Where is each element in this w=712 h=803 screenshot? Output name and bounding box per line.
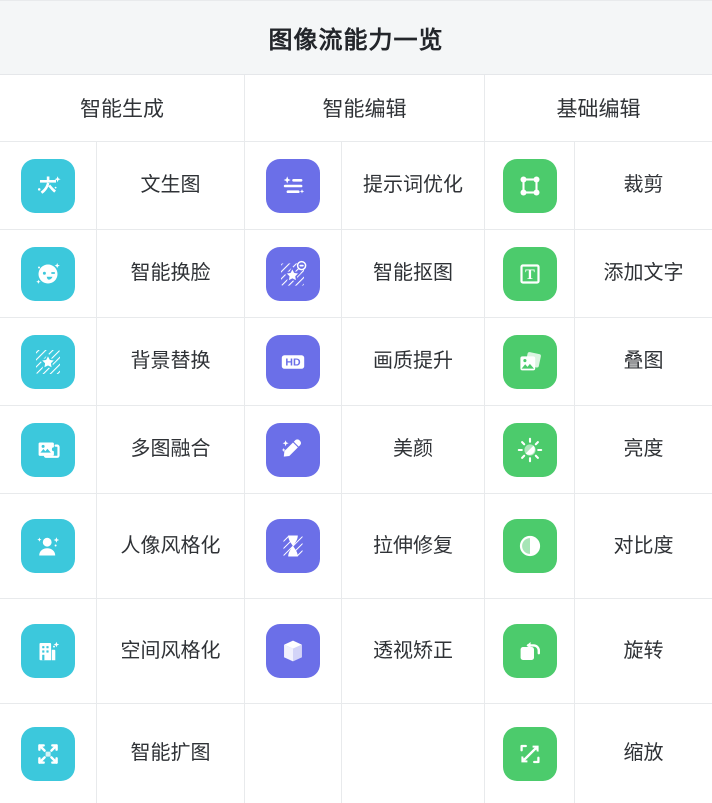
add-text-icon: T (502, 246, 557, 301)
portrait-style-icon (21, 519, 75, 573)
capability-label: 美颜 (393, 438, 433, 460)
svg-text:T: T (525, 267, 535, 283)
icon-cell (0, 406, 97, 493)
capability-row[interactable]: HD 画质提升 (245, 318, 484, 406)
stretch-repair-icon (266, 519, 320, 573)
icon-cell (245, 599, 342, 703)
prompt-optimize-icon (266, 158, 320, 213)
group-header-intelligent-editing: 智能编辑 (245, 75, 485, 141)
icon-cell (485, 142, 575, 229)
capability-label: 多图融合 (130, 438, 211, 460)
capability-row[interactable]: 对比度 (485, 494, 712, 599)
capability-row[interactable]: 智能换脸 (0, 230, 244, 318)
capability-grid: 文生图 智能换脸 背景替换 多图融合 人像风格化 空间风格化 智能扩图 提示词优… (0, 142, 712, 803)
icon-cell: HD (245, 318, 342, 405)
capability-label: 旋转 (623, 639, 664, 662)
icon-cell (485, 406, 575, 493)
icon-cell (485, 704, 575, 803)
page-title: 图像流能力一览 (268, 27, 444, 54)
icon-cell (485, 494, 575, 598)
capability-label: 添加文字 (603, 262, 684, 284)
icon-cell: T (485, 230, 575, 317)
capability-row[interactable]: 智能抠图 (245, 230, 484, 318)
icon-cell (0, 704, 97, 803)
capability-row[interactable]: T 添加文字 (485, 230, 712, 318)
icon-cell (0, 318, 97, 405)
capability-label-empty (342, 704, 484, 803)
icon-cell (245, 230, 342, 317)
crop-icon (502, 158, 557, 213)
column-intelligent-editing: 提示词优化 智能抠图 HD 画质提升 美颜 拉伸修复 透视矫正 (245, 142, 485, 803)
icon-cell-empty (245, 704, 342, 803)
scale-icon (502, 726, 557, 781)
capability-label: 拉伸修复 (373, 534, 453, 557)
icon-cell (245, 142, 342, 229)
capability-label: 裁剪 (623, 174, 664, 196)
group-header-intelligent-generation: 智能生成 (0, 75, 245, 141)
face-swap-icon (21, 246, 75, 301)
capability-row[interactable]: 拉伸修复 (245, 494, 484, 599)
brightness-icon (502, 422, 557, 477)
capability-row[interactable]: 人像风格化 (0, 494, 244, 599)
capability-row[interactable]: 透视矫正 (245, 599, 484, 704)
capability-label: 对比度 (613, 534, 674, 557)
table-title-bar: 图像流能力一览 (0, 1, 712, 75)
icon-cell (0, 142, 97, 229)
capability-label: 文生图 (140, 174, 201, 196)
icon-cell (245, 406, 342, 493)
capability-label: 画质提升 (373, 350, 453, 372)
capability-row[interactable]: 缩放 (485, 704, 712, 803)
capability-row[interactable]: 背景替换 (0, 318, 244, 406)
overlay-icon (502, 334, 557, 389)
icon-cell (245, 494, 342, 598)
cutout-icon (266, 246, 320, 301)
capability-table: 图像流能力一览 智能生成 智能编辑 基础编辑 文生图 智能换脸 背景替换 多图融… (0, 0, 712, 803)
capability-label: 智能抠图 (373, 262, 453, 284)
capability-row[interactable]: 裁剪 (485, 142, 712, 230)
capability-label: 亮度 (623, 438, 664, 460)
capability-row[interactable]: 空间风格化 (0, 599, 244, 704)
perspective-correct-icon (266, 624, 320, 678)
icon-cell (0, 599, 97, 703)
text-to-image-icon (21, 158, 75, 213)
column-intelligent-generation: 文生图 智能换脸 背景替换 多图融合 人像风格化 空间风格化 智能扩图 (0, 142, 245, 803)
icon-cell (0, 230, 97, 317)
capability-label: 智能扩图 (130, 742, 211, 764)
capability-label: 智能换脸 (130, 262, 211, 284)
svg-text:HD: HD (285, 356, 301, 368)
capability-row[interactable]: 亮度 (485, 406, 712, 494)
capability-row[interactable]: 文生图 (0, 142, 244, 230)
capability-label: 透视矫正 (373, 639, 453, 662)
capability-row[interactable]: 多图融合 (0, 406, 244, 494)
capability-label: 提示词优化 (363, 174, 463, 196)
group-header-basic-editing: 基础编辑 (556, 98, 641, 121)
icon-cell (485, 599, 575, 703)
hd-enhance-icon: HD (266, 334, 320, 389)
capability-row[interactable]: 智能扩图 (0, 704, 244, 803)
capability-row[interactable]: 美颜 (245, 406, 484, 494)
image-fusion-icon (21, 422, 75, 477)
contrast-icon (502, 519, 557, 573)
capability-row-empty (245, 704, 484, 803)
space-style-icon (21, 624, 75, 678)
capability-row[interactable]: 提示词优化 (245, 142, 484, 230)
icon-cell (485, 318, 575, 405)
capability-row[interactable]: 叠图 (485, 318, 712, 406)
background-replace-icon (21, 334, 75, 389)
outpaint-icon (21, 726, 75, 781)
capability-label: 空间风格化 (120, 639, 221, 662)
column-basic-editing: 裁剪 T 添加文字 叠图 亮度 对比度 旋转 缩放 (485, 142, 712, 803)
beautify-icon (266, 422, 320, 477)
capability-label: 缩放 (623, 742, 664, 764)
capability-label: 人像风格化 (120, 534, 221, 557)
rotate-icon (502, 624, 557, 678)
capability-label: 背景替换 (130, 350, 211, 372)
group-header-row: 智能生成 智能编辑 基础编辑 (0, 75, 712, 142)
icon-cell (0, 494, 97, 598)
capability-row[interactable]: 旋转 (485, 599, 712, 704)
capability-label: 叠图 (623, 350, 664, 372)
